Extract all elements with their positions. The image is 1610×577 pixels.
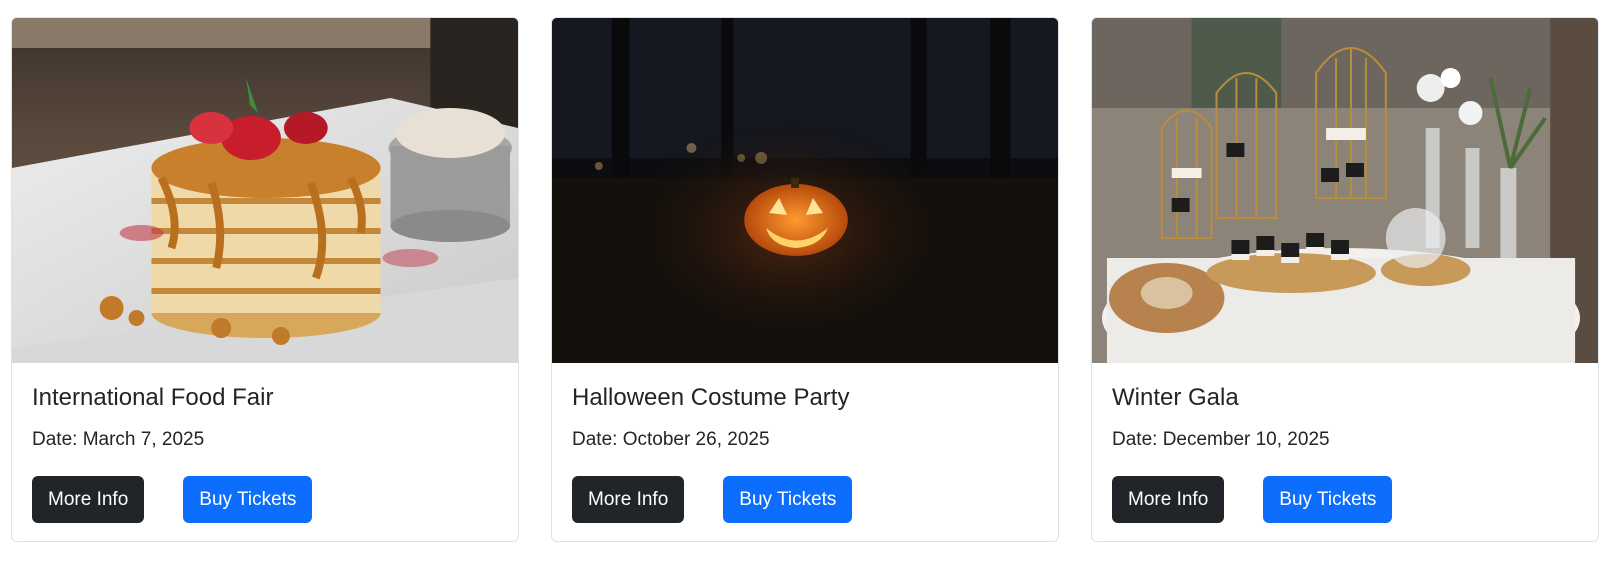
more-info-button[interactable]: More Info bbox=[1112, 476, 1225, 523]
event-title: International Food Fair bbox=[32, 384, 274, 411]
event-title: Winter Gala bbox=[1112, 384, 1239, 411]
event-image-pumpkin bbox=[552, 18, 1058, 363]
event-actions: More Info Buy Tickets bbox=[32, 476, 498, 523]
event-date: Date: October 26, 2025 bbox=[572, 429, 770, 450]
buy-tickets-button[interactable]: Buy Tickets bbox=[1263, 476, 1393, 523]
event-image-pancakes bbox=[12, 18, 518, 363]
more-info-button[interactable]: More Info bbox=[32, 476, 145, 523]
event-title: Halloween Costume Party bbox=[572, 384, 850, 411]
event-date: Date: March 7, 2025 bbox=[32, 429, 205, 450]
event-card: Winter Gala Date: December 10, 2025 More… bbox=[1091, 17, 1599, 542]
buy-tickets-button[interactable]: Buy Tickets bbox=[183, 476, 313, 523]
event-actions: More Info Buy Tickets bbox=[1112, 476, 1578, 523]
buy-tickets-button[interactable]: Buy Tickets bbox=[723, 476, 853, 523]
event-card: International Food Fair Date: March 7, 2… bbox=[11, 17, 519, 542]
more-info-button[interactable]: More Info bbox=[572, 476, 685, 523]
event-image-dessert-table bbox=[1092, 18, 1598, 363]
event-card-grid: International Food Fair Date: March 7, 2… bbox=[0, 0, 1610, 577]
event-date: Date: December 10, 2025 bbox=[1112, 429, 1330, 450]
event-card: Halloween Costume Party Date: October 26… bbox=[551, 17, 1059, 542]
event-actions: More Info Buy Tickets bbox=[572, 476, 1038, 523]
